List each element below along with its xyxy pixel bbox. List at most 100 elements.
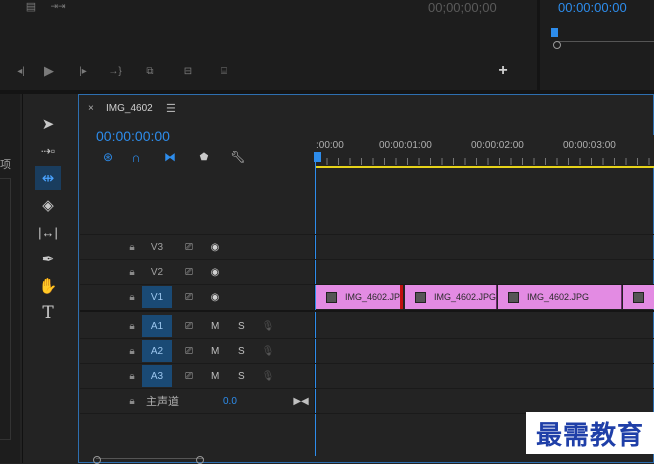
video-track-v2: 🔒︎ V2 ⎚ ◉ [80,260,315,284]
snap-nest-icon[interactable]: ⊛ [98,150,118,164]
track-name[interactable]: V3 [142,236,172,258]
timeline-tab-close-icon[interactable]: × [88,103,94,114]
source-transport-controls: ◂| ▶ |▸ →} ⧉ ⊟ ⌸ [10,62,250,80]
clip[interactable]: IMG_4602.JP [316,285,402,309]
program-timecode[interactable]: 00:00:00:00 [558,0,627,15]
mark-in-icon[interactable]: ◂| [10,62,32,80]
video-track-v3: 🔒︎ V3 ⎚ ◉ [80,235,315,259]
horizontal-scrollbar[interactable] [96,458,204,464]
master-track-name: 主声道 [146,396,179,408]
ripple-edit-tool-icon[interactable]: ⇹ [35,166,61,190]
ruler-label: :00:00 [316,140,344,151]
track-name[interactable]: A1 [142,315,172,337]
tab-menu-icon[interactable]: ☰ [166,102,176,115]
solo-button[interactable]: S [238,321,245,332]
audio-track-a2: 🔒︎ A2 ⎚ M S 🎙︎ [80,339,315,363]
mute-button[interactable]: M [211,321,219,332]
sync-lock-icon[interactable]: ⎚ [182,292,196,303]
clip-icon[interactable]: ▤ [25,0,37,13]
track-name[interactable]: A3 [142,365,172,387]
program-playhead-marker[interactable] [551,28,558,37]
solo-button[interactable]: S [238,371,245,382]
clip-label: IMG_4602.JP [345,292,401,302]
work-area-bar[interactable] [315,166,654,168]
microphone-icon[interactable]: 🎙︎ [262,371,275,382]
watermark-badge: 最需教育 [526,412,654,454]
audio-track-a1: 🔒︎ A1 ⎚ M S 🎙︎ [80,314,315,338]
hand-tool-icon[interactable]: ✋ [35,274,61,298]
slip-tool-icon[interactable]: |↔| [35,220,61,244]
mute-button[interactable]: M [211,346,219,357]
sync-lock-icon[interactable]: ⎚ [182,346,196,357]
timeline-toolbar: ⊛ ∩ ⧓ ⬟ 🔧︎ [98,150,258,165]
clip-label: IMG_4602.JPG [527,292,590,302]
eye-icon[interactable]: ◉ [208,267,222,278]
step-forward-icon[interactable]: |▸ [66,62,100,80]
linked-selection-icon[interactable]: ⧓ [154,150,186,164]
program-zoom-bar[interactable] [556,41,654,49]
ruler-label: 00:00:01:00 [379,140,432,151]
source-timecode[interactable]: 00;00;00;00 [428,0,497,15]
lock-icon[interactable]: 🔒︎ [126,321,138,332]
snap-icon[interactable]: ∩ [118,150,154,165]
lock-icon[interactable]: 🔒︎ [126,292,138,303]
image-thumbnail-icon [508,291,519,303]
track-name[interactable]: A2 [142,340,172,362]
master-volume-value[interactable]: 0.0 [223,396,237,407]
overwrite-icon[interactable]: ⊟ [170,62,206,80]
sequence-tab[interactable]: IMG_4602 [106,103,153,114]
sequence-timecode[interactable]: 00:00:00:00 [96,128,170,144]
marker-settings-icon[interactable]: ⇥⇥ [48,0,68,12]
program-zoom-handle[interactable] [553,41,561,49]
pen-tool-icon[interactable]: ✒ [35,247,61,271]
razor-tool-icon[interactable]: ◈ [35,193,61,217]
sync-lock-icon[interactable]: ⎚ [182,371,196,382]
lock-icon[interactable]: 🔒︎ [126,242,138,253]
eye-icon[interactable]: ◉ [208,242,222,253]
audio-track-a3: 🔒︎ A3 ⎚ M S 🎙︎ [80,364,315,388]
clip[interactable]: IMG_4602.JPG [405,285,497,309]
selection-tool-icon[interactable]: ➤ [35,112,61,136]
video-track-v1: 🔒︎ V1 ⎚ ◉ [80,285,315,309]
track-select-tool-icon[interactable]: ⇢▫ [35,139,61,163]
solo-button[interactable]: S [238,346,245,357]
ruler-ticks [315,158,654,165]
add-marker-icon[interactable]: ⬟ [186,150,222,164]
add-button[interactable]: + [496,63,510,79]
video-audio-divider [80,310,654,312]
play-icon[interactable]: ▶ [32,62,66,80]
ruler-label: 00:00:03:00 [563,140,616,151]
image-thumbnail-icon [633,291,644,303]
microphone-icon[interactable]: 🎙︎ [262,321,275,332]
lock-icon[interactable]: 🔒︎ [126,346,138,357]
mute-button[interactable]: M [211,371,219,382]
master-track: 🔒︎ 主声道 0.0 ▶◀ [80,389,315,413]
watermark-text: 最需教育 [535,420,644,451]
project-panel-label: 项 [0,159,11,171]
ruler-label: 00:00:02:00 [471,140,524,151]
go-to-out-icon[interactable]: →} [100,62,130,80]
clip[interactable]: IMG_4602.JPG [498,285,622,309]
eye-icon[interactable]: ◉ [208,292,222,303]
go-to-end-icon[interactable]: ▶◀ [293,396,308,407]
project-panel-frame [0,178,11,440]
image-thumbnail-icon [415,291,426,303]
lock-icon[interactable]: 🔒︎ [126,267,138,278]
insert-icon[interactable]: ⧉ [130,62,170,80]
edit-point[interactable] [400,285,403,309]
type-tool-icon[interactable]: T [35,301,61,325]
sync-lock-icon[interactable]: ⎚ [182,242,196,253]
track-name[interactable]: V1 [142,286,172,308]
clip[interactable] [623,285,654,309]
sync-lock-icon[interactable]: ⎚ [182,321,196,332]
clip-label: IMG_4602.JPG [433,292,496,302]
lock-icon[interactable]: 🔒︎ [126,371,138,382]
timeline-settings-icon[interactable]: 🔧︎ [222,150,254,164]
image-thumbnail-icon [326,291,337,303]
tools-list: ➤ ⇢▫ ⇹ ◈ |↔| ✒ ✋ T [35,112,61,325]
track-name[interactable]: V2 [142,261,172,283]
sync-lock-icon[interactable]: ⎚ [182,267,196,278]
camera-icon[interactable]: ⌸ [206,62,242,80]
lock-icon[interactable]: 🔒︎ [126,396,138,407]
microphone-icon[interactable]: 🎙︎ [262,346,275,357]
